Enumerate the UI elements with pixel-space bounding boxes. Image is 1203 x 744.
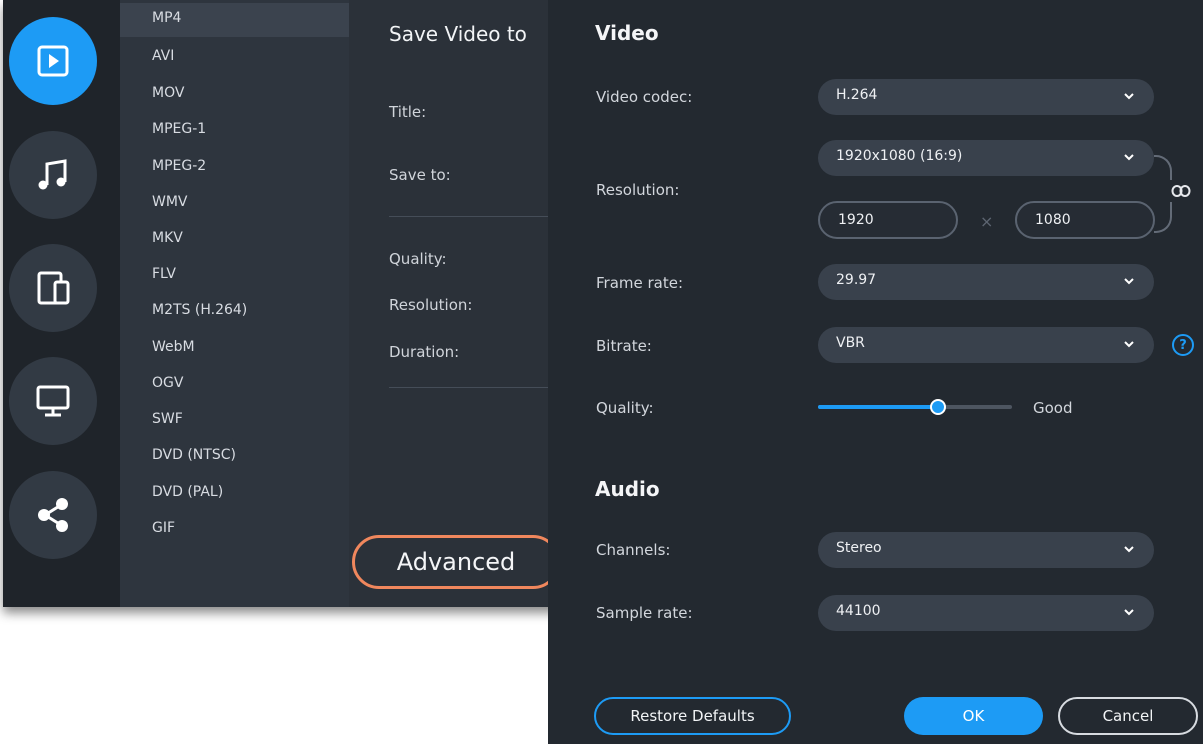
height-input[interactable]: 1080 bbox=[1015, 201, 1155, 239]
quality-label: Quality: bbox=[596, 399, 654, 417]
quality-slider[interactable] bbox=[818, 399, 1012, 415]
channels-select[interactable]: Stereo bbox=[818, 532, 1154, 568]
width-value: 1920 bbox=[838, 212, 874, 228]
link-icon bbox=[1171, 185, 1191, 197]
format-label: AVI bbox=[152, 48, 175, 64]
bitrate-value: VBR bbox=[836, 335, 865, 351]
channels-value: Stereo bbox=[836, 540, 882, 556]
resolution-select[interactable]: 1920x1080 (16:9) bbox=[818, 140, 1154, 176]
format-item-ogv[interactable]: OGV bbox=[120, 368, 349, 402]
bitrate-select[interactable]: VBR bbox=[818, 327, 1154, 363]
format-item-webm[interactable]: WebM bbox=[120, 332, 349, 366]
quality-label: Quality: bbox=[389, 250, 447, 268]
cancel-button[interactable]: Cancel bbox=[1058, 697, 1198, 735]
format-label: GIF bbox=[152, 520, 176, 536]
format-label: DVD (PAL) bbox=[152, 484, 224, 500]
frame-rate-label: Frame rate: bbox=[596, 274, 684, 292]
tv-category-button[interactable] bbox=[9, 357, 97, 445]
chevron-down-icon bbox=[1124, 341, 1134, 348]
resolution-label: Resolution: bbox=[596, 181, 680, 199]
video-codec-label: Video codec: bbox=[596, 88, 693, 106]
format-label: MOV bbox=[152, 85, 185, 101]
advanced-settings-dialog: Video Video codec: H.264 Resolution: 192… bbox=[548, 0, 1203, 744]
devices-category-button[interactable] bbox=[9, 244, 97, 332]
title-label: Title: bbox=[389, 103, 427, 121]
frame-rate-select[interactable]: 29.97 bbox=[818, 264, 1154, 300]
sample-rate-value: 44100 bbox=[836, 603, 881, 619]
resolution-label: Resolution: bbox=[389, 296, 473, 314]
format-item-dvd-pal[interactable]: DVD (PAL) bbox=[120, 477, 349, 511]
ok-button[interactable]: OK bbox=[904, 697, 1043, 735]
chevron-down-icon bbox=[1124, 609, 1134, 616]
sample-rate-label: Sample rate: bbox=[596, 604, 693, 622]
help-icon[interactable]: ? bbox=[1172, 334, 1194, 356]
advanced-button[interactable]: Advanced bbox=[352, 535, 560, 589]
category-sidebar bbox=[3, 0, 120, 607]
format-item-swf[interactable]: SWF bbox=[120, 404, 349, 438]
video-codec-value: H.264 bbox=[836, 87, 878, 103]
bitrate-label: Bitrate: bbox=[596, 337, 652, 355]
format-item-flv[interactable]: FLV bbox=[120, 259, 349, 293]
format-label: FLV bbox=[152, 266, 176, 282]
export-window: MP4 AVI MOV MPEG-1 MPEG-2 WMV MKV FLV M2… bbox=[3, 0, 563, 607]
format-item-mp4[interactable]: MP4 bbox=[120, 3, 349, 37]
resolution-value: 1920x1080 (16:9) bbox=[836, 148, 963, 164]
music-icon bbox=[38, 159, 67, 190]
format-item-mkv[interactable]: MKV bbox=[120, 223, 349, 257]
divider bbox=[389, 387, 563, 388]
format-label: MPEG-1 bbox=[152, 121, 207, 137]
times-sign: × bbox=[980, 212, 994, 231]
export-settings-pane: Save Video to Title: Save to: Quality: R… bbox=[349, 0, 563, 607]
format-label: WMV bbox=[152, 194, 188, 210]
format-list: MP4 AVI MOV MPEG-1 MPEG-2 WMV MKV FLV M2… bbox=[120, 0, 349, 607]
format-label: MKV bbox=[152, 230, 183, 246]
share-icon bbox=[38, 498, 68, 532]
format-item-mpeg2[interactable]: MPEG-2 bbox=[120, 151, 349, 185]
video-codec-select[interactable]: H.264 bbox=[818, 79, 1154, 115]
video-icon bbox=[37, 45, 69, 77]
format-label: SWF bbox=[152, 411, 183, 427]
format-item-wmv[interactable]: WMV bbox=[120, 187, 349, 221]
video-category-button[interactable] bbox=[9, 17, 97, 105]
audio-section-title: Audio bbox=[595, 477, 660, 501]
format-item-gif[interactable]: GIF bbox=[120, 513, 349, 547]
format-item-avi[interactable]: AVI bbox=[120, 41, 349, 75]
aspect-lock-button[interactable] bbox=[1170, 180, 1192, 202]
devices-icon bbox=[37, 271, 70, 305]
frame-rate-value: 29.97 bbox=[836, 272, 877, 288]
share-category-button[interactable] bbox=[9, 471, 97, 559]
height-value: 1080 bbox=[1035, 212, 1071, 228]
format-item-mov[interactable]: MOV bbox=[120, 78, 349, 112]
pane-title: Save Video to bbox=[389, 22, 527, 46]
quality-slider-thumb[interactable] bbox=[930, 399, 947, 415]
width-input[interactable]: 1920 bbox=[818, 201, 958, 239]
sample-rate-select[interactable]: 44100 bbox=[818, 595, 1154, 631]
format-label: MPEG-2 bbox=[152, 158, 207, 174]
format-item-dvd-ntsc[interactable]: DVD (NTSC) bbox=[120, 440, 349, 474]
chevron-down-icon bbox=[1124, 93, 1134, 100]
format-label: DVD (NTSC) bbox=[152, 447, 236, 463]
save-to-label: Save to: bbox=[389, 166, 451, 184]
format-label: OGV bbox=[152, 375, 184, 391]
format-label: MP4 bbox=[152, 10, 182, 26]
chevron-down-icon bbox=[1124, 278, 1134, 285]
quality-value: Good bbox=[1033, 399, 1073, 417]
format-item-mpeg1[interactable]: MPEG-1 bbox=[120, 114, 349, 148]
format-item-m2ts[interactable]: M2TS (H.264) bbox=[120, 295, 349, 329]
channels-label: Channels: bbox=[596, 541, 671, 559]
divider bbox=[389, 216, 563, 217]
monitor-icon bbox=[36, 385, 70, 417]
restore-defaults-button[interactable]: Restore Defaults bbox=[594, 697, 791, 735]
chevron-down-icon bbox=[1124, 154, 1134, 161]
audio-category-button[interactable] bbox=[9, 131, 97, 219]
chevron-down-icon bbox=[1124, 546, 1134, 553]
format-label: WebM bbox=[152, 339, 195, 355]
video-section-title: Video bbox=[595, 21, 659, 45]
format-label: M2TS (H.264) bbox=[152, 302, 248, 318]
duration-label: Duration: bbox=[389, 343, 460, 361]
quality-slider-fill bbox=[818, 405, 939, 409]
